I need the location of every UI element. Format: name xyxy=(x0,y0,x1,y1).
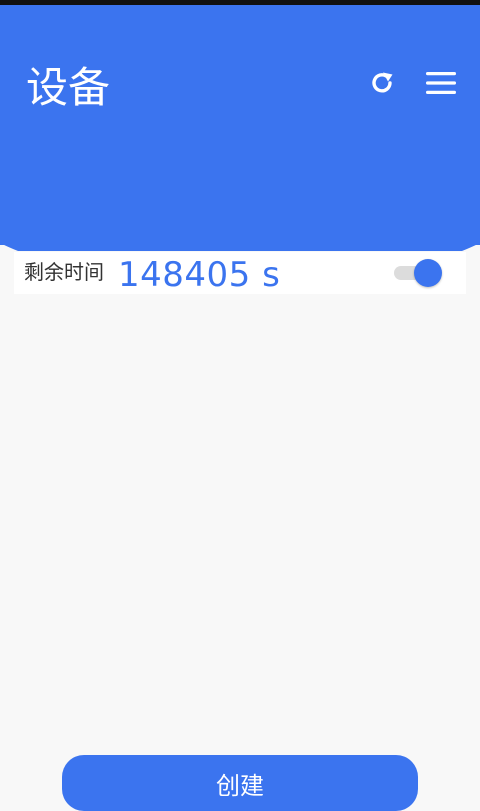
menu-icon xyxy=(426,72,456,94)
app-header: 设备 xyxy=(0,5,480,245)
create-button[interactable]: 创建 xyxy=(62,755,418,811)
toggle-thumb xyxy=(414,259,442,287)
device-toggle[interactable] xyxy=(392,257,444,287)
menu-button[interactable] xyxy=(423,65,459,101)
refresh-icon xyxy=(372,72,393,93)
refresh-button[interactable] xyxy=(364,65,400,101)
remaining-time-value: 148405 s xyxy=(118,255,281,295)
device-card: 剩余时间 148405 s xyxy=(14,252,466,294)
remaining-time-label: 剩余时间 xyxy=(24,260,104,284)
page-title: 设备 xyxy=(26,63,111,112)
